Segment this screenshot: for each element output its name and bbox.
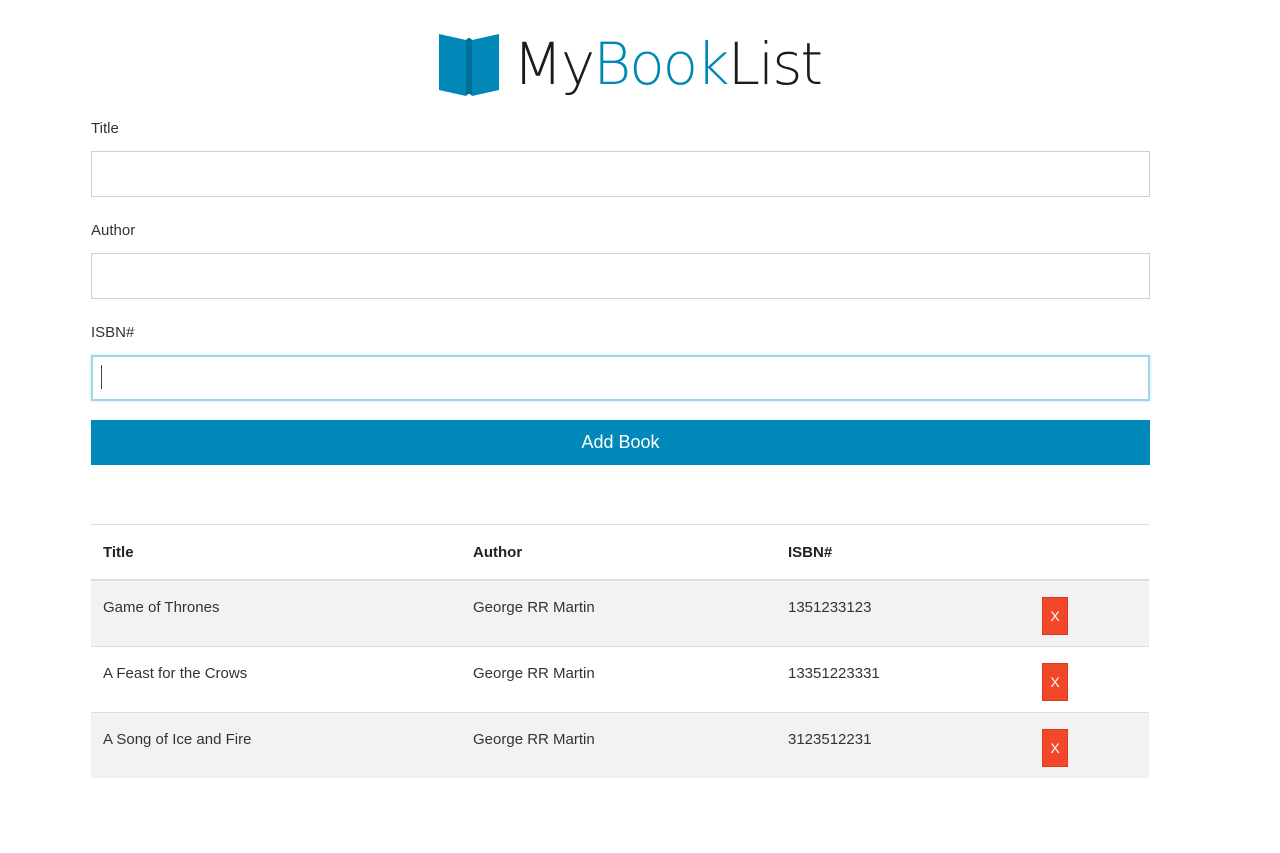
title-label: Title	[91, 120, 119, 137]
cell-title: A Feast for the Crows	[91, 645, 461, 712]
logo-text-list: List	[727, 30, 823, 98]
text-caret	[101, 365, 102, 389]
isbn-field-wrap	[91, 355, 1150, 401]
title-input[interactable]	[91, 151, 1150, 197]
delete-button[interactable]: X	[1042, 728, 1068, 767]
cell-isbn: 1351233123	[776, 579, 1030, 646]
logo-text: MyBookList	[512, 26, 823, 102]
cell-author: George RR Martin	[461, 645, 776, 712]
logo-inner: MyBookList	[437, 26, 823, 102]
cell-actions: X	[1030, 711, 1149, 778]
cell-isbn: 13351223331	[776, 645, 1030, 712]
delete-button[interactable]: X	[1042, 662, 1068, 701]
table-header-row: Title Author ISBN#	[91, 524, 1149, 581]
book-list-table: Title Author ISBN# Game of Thrones Georg…	[91, 524, 1149, 778]
add-book-form: Title Author ISBN# Add Book	[91, 116, 1150, 465]
cell-title: Game of Thrones	[91, 579, 461, 646]
author-label: Author	[91, 222, 136, 239]
cell-isbn: 3123512231	[776, 711, 1030, 778]
open-book-icon	[438, 34, 499, 96]
cell-title: A Song of Ice and Fire	[91, 711, 461, 778]
logo-text-book: Book	[593, 30, 730, 98]
cell-actions: X	[1030, 645, 1149, 712]
isbn-label: ISBN#	[91, 324, 135, 341]
table-row: A Feast for the Crows George RR Martin 1…	[91, 645, 1149, 712]
cell-author: George RR Martin	[461, 711, 776, 778]
cell-actions: X	[1030, 579, 1149, 646]
logo-text-my: My	[512, 30, 595, 98]
delete-button[interactable]: X	[1042, 597, 1068, 635]
header-isbn: ISBN#	[776, 524, 1030, 581]
cell-author: George RR Martin	[461, 579, 776, 646]
page: MyBookList Title Author ISBN# Add Book T…	[0, 0, 1280, 853]
header-title: Title	[91, 524, 461, 581]
header-actions	[1030, 524, 1149, 581]
table-row: A Song of Ice and Fire George RR Martin …	[91, 711, 1149, 778]
table-row: Game of Thrones George RR Martin 1351233…	[91, 579, 1149, 646]
add-book-button[interactable]: Add Book	[91, 420, 1150, 465]
isbn-input[interactable]	[91, 355, 1150, 401]
header-author: Author	[461, 524, 776, 581]
author-input[interactable]	[91, 253, 1150, 299]
logo: MyBookList	[0, 26, 1280, 110]
